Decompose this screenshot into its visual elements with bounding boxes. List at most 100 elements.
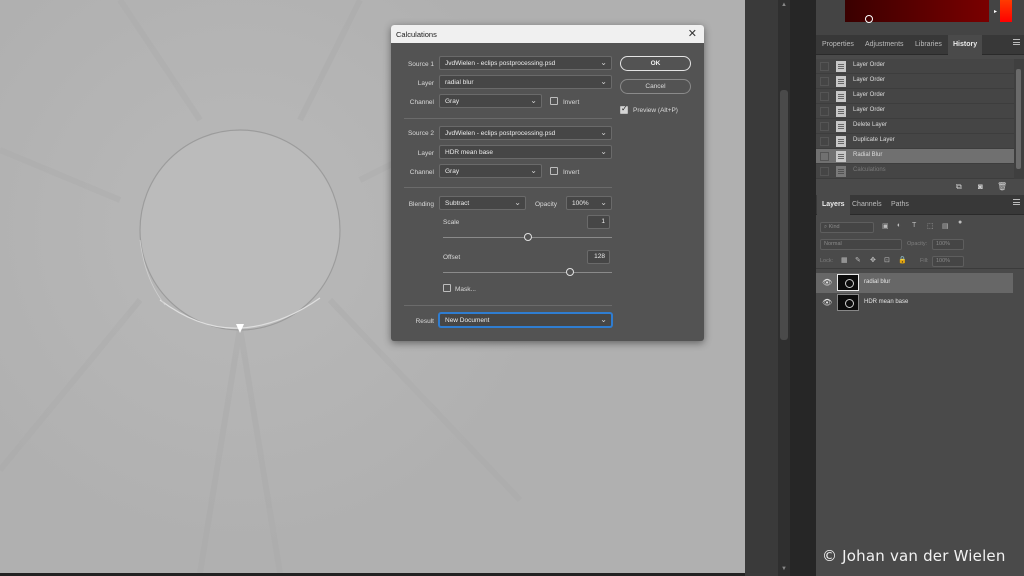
hue-slider[interactable] <box>1000 0 1012 22</box>
panel-menu-icon[interactable] <box>1013 39 1020 45</box>
canvas-vertical-scrollbar[interactable]: ▲ ▼ <box>778 0 790 576</box>
lock-move-icon[interactable]: ✥ <box>870 256 876 264</box>
color-selector-ring[interactable] <box>865 15 873 23</box>
lock-artboard-icon[interactable]: ⊡ <box>884 256 890 264</box>
scale-slider-knob[interactable] <box>523 233 532 241</box>
history-item[interactable]: Layer Order <box>816 104 1014 119</box>
history-list: Layer Order Layer Order Layer Order Laye… <box>816 59 1014 179</box>
tab-libraries[interactable]: Libraries <box>910 35 947 55</box>
eye-icon[interactable]: 👁 <box>822 298 832 307</box>
dialog-titlebar[interactable]: Calculations ✕ <box>391 25 704 43</box>
blend-mode-select[interactable]: Normal <box>820 239 902 250</box>
history-source-box[interactable] <box>820 137 829 146</box>
tab-adjustments[interactable]: Adjustments <box>860 35 909 55</box>
history-source-box[interactable] <box>820 62 829 71</box>
history-item[interactable]: Duplicate Layer <box>816 134 1014 149</box>
eye-icon[interactable]: 👁 <box>822 278 832 287</box>
adjustment-filter-icon[interactable]: ◐ <box>897 222 901 229</box>
channel1-select[interactable]: Gray ⌄ <box>439 94 542 108</box>
history-item[interactable]: Delete Layer <box>816 119 1014 134</box>
pixel-layer-filter-icon[interactable]: ▣ <box>882 222 889 230</box>
offset-slider-knob[interactable] <box>565 268 574 276</box>
document-icon <box>836 166 846 177</box>
divider <box>404 305 612 306</box>
scroll-thumb[interactable] <box>1016 69 1021 169</box>
chevron-down-icon: ⌄ <box>600 77 607 86</box>
history-item[interactable]: Layer Order <box>816 59 1014 74</box>
copyright-watermark: © Johan van der Wielen <box>822 547 1006 565</box>
history-item-selected[interactable]: Radial Blur <box>816 149 1014 164</box>
tab-history[interactable]: History <box>948 35 983 55</box>
history-source-box[interactable] <box>820 167 829 176</box>
mask-checkbox[interactable] <box>443 284 451 292</box>
close-icon[interactable]: ✕ <box>688 27 697 40</box>
tab-properties[interactable]: Properties <box>817 35 859 55</box>
layer-row-radial-blur[interactable]: 👁 radial blur <box>816 273 1013 293</box>
scale-input[interactable]: 1 <box>587 215 610 229</box>
source1-value: JvdWielen - eclips postprocessing.psd <box>445 60 556 67</box>
filter-placeholder: Kind <box>828 224 840 230</box>
history-item-label: Layer Order <box>853 62 886 68</box>
layer-thumbnail <box>837 274 859 291</box>
filter-toggle-icon[interactable]: ● <box>958 219 962 226</box>
history-source-box[interactable] <box>820 152 829 161</box>
lock-transparency-icon[interactable]: ▦ <box>841 256 848 264</box>
scroll-down-icon[interactable]: ▼ <box>781 566 787 572</box>
channel2-label: Channel <box>409 169 434 176</box>
invert2-label: Invert <box>563 169 580 176</box>
lock-brush-icon[interactable]: ✎ <box>855 256 861 264</box>
history-source-box[interactable] <box>820 122 829 131</box>
calculations-dialog: Calculations ✕ Source 1 JvdWielen - ecli… <box>391 25 704 341</box>
cancel-button[interactable]: Cancel <box>620 79 691 94</box>
shape-filter-icon[interactable]: ⬚ <box>927 222 934 230</box>
history-item-pending[interactable]: Calculations <box>816 164 1014 179</box>
document-icon <box>836 136 846 147</box>
ok-button[interactable]: OK <box>620 56 691 71</box>
right-panel: ▸ Properties Adjustments Libraries Histo… <box>816 0 1024 576</box>
history-scrollbar[interactable] <box>1014 59 1024 179</box>
tab-channels[interactable]: Channels <box>847 195 887 215</box>
source1-select[interactable]: JvdWielen - eclips postprocessing.psd ⌄ <box>439 56 612 70</box>
invert1-checkbox[interactable] <box>550 97 558 105</box>
channel2-select[interactable]: Gray ⌄ <box>439 164 542 178</box>
source2-value: JvdWielen - eclips postprocessing.psd <box>445 130 556 137</box>
history-item[interactable]: Layer Order <box>816 89 1014 104</box>
preview-checkbox[interactable] <box>620 104 628 114</box>
smart-object-filter-icon[interactable]: ▤ <box>942 222 949 230</box>
lock-label: Lock: <box>820 258 834 264</box>
source2-select[interactable]: JvdWielen - eclips postprocessing.psd ⌄ <box>439 126 612 140</box>
camera-snapshot-icon[interactable]: ◙ <box>978 182 983 191</box>
source2-label: Source 2 <box>407 130 434 137</box>
offset-slider[interactable] <box>443 272 612 273</box>
trash-icon[interactable]: 🗑 <box>997 182 1007 191</box>
offset-input[interactable]: 128 <box>587 250 610 264</box>
invert2-checkbox[interactable] <box>550 167 558 175</box>
panel-menu-icon[interactable] <box>1013 199 1020 205</box>
tab-paths[interactable]: Paths <box>886 195 914 215</box>
type-filter-icon[interactable]: T <box>912 222 916 229</box>
history-item[interactable]: Layer Order <box>816 74 1014 89</box>
document-icon <box>836 76 846 87</box>
layer2-select[interactable]: HDR mean base ⌄ <box>439 145 612 159</box>
tab-layers[interactable]: Layers <box>817 195 850 215</box>
chevron-down-icon: ⌄ <box>600 128 607 137</box>
history-source-box[interactable] <box>820 107 829 116</box>
fill-field[interactable]: 100% <box>932 256 964 267</box>
layer1-select[interactable]: radial blur ⌄ <box>439 75 612 89</box>
history-source-box[interactable] <box>820 77 829 86</box>
layer-row-hdr-mean-base[interactable]: 👁 HDR mean base <box>816 293 1013 313</box>
result-select[interactable]: New Document ⌄ <box>439 313 612 327</box>
layer-kind-filter[interactable]: ⌕ Kind <box>820 222 874 233</box>
source1-label: Source 1 <box>407 61 434 68</box>
scroll-thumb[interactable] <box>780 90 788 340</box>
offset-label: Offset <box>443 254 461 261</box>
new-document-from-state-icon[interactable]: ⧉ <box>956 182 962 192</box>
scroll-up-icon[interactable]: ▲ <box>781 2 787 8</box>
lock-all-icon[interactable]: 🔒 <box>898 256 907 264</box>
opacity-select[interactable]: 100% ⌄ <box>566 196 612 210</box>
blending-select[interactable]: Subtract ⌄ <box>439 196 526 210</box>
chevron-down-icon: ⌄ <box>530 96 537 105</box>
history-source-box[interactable] <box>820 92 829 101</box>
opacity-field[interactable]: 100% <box>932 239 964 250</box>
color-picker[interactable]: ▸ <box>816 0 1024 35</box>
